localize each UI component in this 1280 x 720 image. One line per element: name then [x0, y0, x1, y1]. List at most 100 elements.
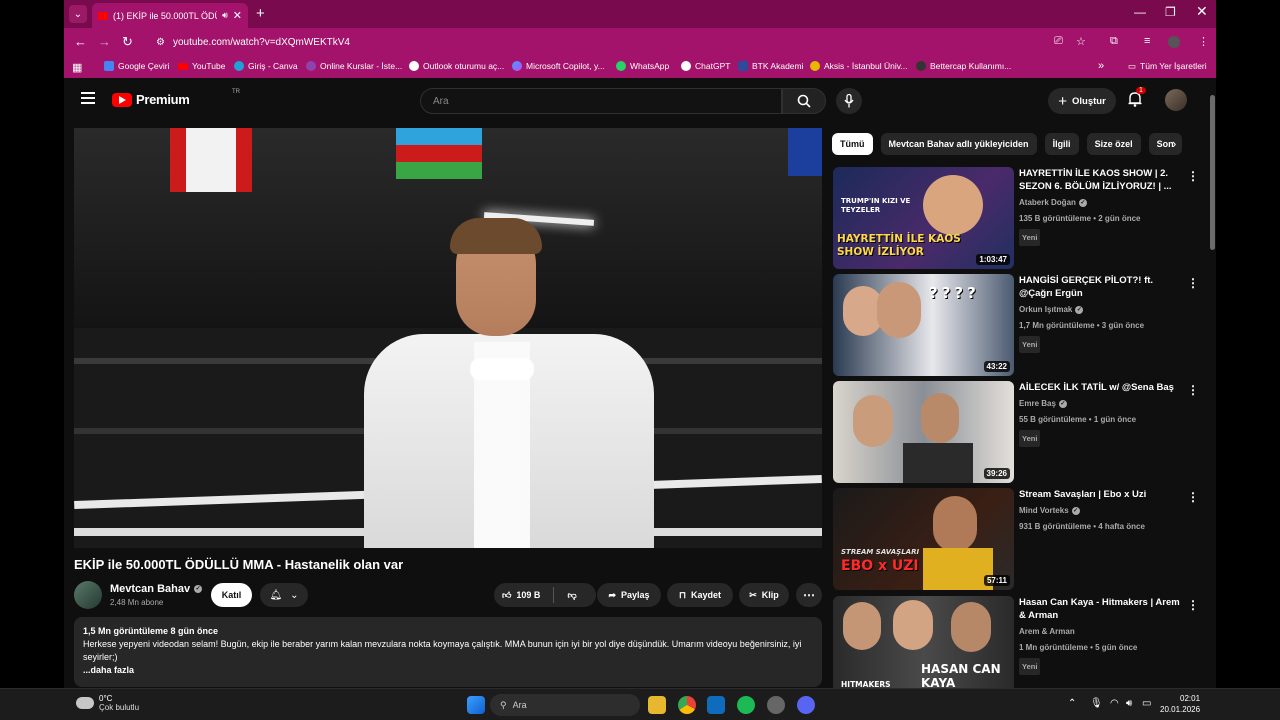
bookmark-whatsapp[interactable]: WhatsApp: [616, 61, 669, 71]
share-button[interactable]: ➦ Paylaş: [597, 583, 661, 607]
more-actions-button[interactable]: ⋯: [796, 583, 822, 607]
show-hidden-icons-icon[interactable]: ⌃: [1068, 698, 1076, 709]
apps-grid-icon[interactable]: ▦: [72, 61, 82, 74]
microphone-icon[interactable]: 🎙︎: [1090, 698, 1103, 709]
chip-all[interactable]: Tümü: [832, 133, 873, 155]
more-vert-icon[interactable]: ⋮: [1187, 276, 1199, 290]
outlook-icon[interactable]: [707, 696, 725, 714]
channel-avatar[interactable]: [74, 581, 102, 609]
description-box[interactable]: 1,5 Mn görüntüleme 8 gün önce Herkese ye…: [74, 617, 822, 687]
bookmark-star-icon[interactable]: ☆: [1076, 35, 1086, 48]
clip-button[interactable]: ✂ Klip: [739, 583, 789, 607]
bookmark-aksis[interactable]: Aksis - İstanbul Üniv...: [810, 61, 907, 71]
file-explorer-icon[interactable]: [648, 696, 666, 714]
bookmark-bettercap[interactable]: Bettercap Kullanımı...: [916, 61, 1011, 71]
show-more-link[interactable]: ...daha fazla: [83, 665, 813, 675]
new-tab-button[interactable]: +: [256, 5, 265, 22]
recommended-video[interactable]: 39:26 AİLECEK İLK TATİL w/ @Sena Baş Emr…: [833, 381, 1203, 483]
maximize-icon[interactable]: ❐: [1165, 5, 1176, 19]
weather-widget[interactable]: 0°C Çok bulutlu: [76, 694, 139, 712]
active-tab[interactable]: (1) EKİP ile 50.000TL ÖDÜLLÜ MMA - Hasta…: [92, 3, 248, 28]
battery-icon[interactable]: ▭: [1142, 698, 1151, 709]
more-vert-icon[interactable]: ⋮: [1187, 169, 1199, 183]
bettercap-icon: [916, 61, 926, 71]
volume-icon[interactable]: 🔊︎: [1126, 698, 1132, 709]
tab-search-icon[interactable]: ⌄: [69, 5, 87, 23]
forward-icon[interactable]: →: [98, 34, 111, 49]
youtube-premium-logo[interactable]: Premium TR: [112, 89, 240, 107]
discord-icon[interactable]: [797, 696, 815, 714]
bookmark-canva[interactable]: Giriş - Canva: [234, 61, 298, 71]
recommended-views: 1,7 Mn görüntüleme • 3 gün önce: [1019, 321, 1145, 330]
bookmark-btk[interactable]: BTK Akademi: [738, 61, 804, 71]
chevron-right-icon[interactable]: ›: [1172, 136, 1176, 151]
chip-related[interactable]: İlgili: [1044, 133, 1079, 155]
chrome-icon[interactable]: [678, 696, 696, 714]
bookmark-online-kurslar[interactable]: Online Kurslar - İste...: [306, 61, 402, 71]
hamburger-menu-icon[interactable]: [81, 92, 95, 104]
more-vert-icon[interactable]: ⋮: [1187, 598, 1199, 612]
video-thumbnail[interactable]: 39:26: [833, 381, 1014, 483]
extensions-icon[interactable]: ⧉: [1110, 35, 1118, 48]
windows-start-icon[interactable]: [467, 696, 485, 714]
video-thumbnail[interactable]: TRUMP'IN KIZI VE TEYZELER HAYRETTİN İLE …: [833, 167, 1014, 269]
close-window-icon[interactable]: ✕: [1196, 3, 1208, 20]
all-bookmarks-folder[interactable]: ▭ Tüm Yer İşaretleri: [1128, 61, 1207, 72]
chip-for-you[interactable]: Size özel: [1086, 133, 1141, 155]
spotify-icon[interactable]: [737, 696, 755, 714]
more-vert-icon[interactable]: ⋮: [1187, 490, 1199, 504]
bookmark-youtube[interactable]: YouTube: [178, 61, 225, 71]
scrollbar-thumb[interactable]: [1210, 95, 1215, 250]
recommended-video[interactable]: STREAM SAVAŞLARI EBO x UZI 57:11 Stream …: [833, 488, 1203, 590]
cast-icon[interactable]: ⎚: [1054, 35, 1063, 48]
subscription-bell-button[interactable]: 🔔︎ ⌄: [260, 583, 308, 607]
video-thumbnail[interactable]: ???? 43:22: [833, 274, 1014, 376]
bookmark-google-translate[interactable]: Google Çeviri: [104, 61, 170, 71]
profile-icon[interactable]: [1168, 36, 1180, 48]
account-avatar[interactable]: [1165, 89, 1187, 111]
site-info-icon[interactable]: ⚙: [156, 37, 165, 48]
youtube-favicon-icon: [98, 11, 108, 20]
search-button[interactable]: [782, 88, 826, 114]
chip-from-uploader[interactable]: Mevtcan Bahav adlı yükleyiciden: [880, 133, 1037, 155]
audio-playing-icon[interactable]: 🔊︎: [222, 10, 228, 21]
chrome-menu-icon[interactable]: ⋮: [1198, 35, 1209, 48]
channel-name[interactable]: Mevtcan Bahav ✓: [110, 583, 203, 595]
system-clock[interactable]: 02:01 20.01.2026: [1160, 693, 1200, 715]
close-tab-icon[interactable]: ✕: [233, 9, 242, 22]
browser-window: ⌄ (1) EKİP ile 50.000TL ÖDÜLLÜ MMA - Has…: [64, 0, 1216, 688]
dislike-button[interactable]: 👎︎: [567, 590, 576, 601]
like-button[interactable]: 👍︎ 109 B: [502, 590, 540, 601]
voice-search-button[interactable]: [836, 88, 862, 114]
bookmark-outlook[interactable]: Outlook oturumu aç...: [409, 61, 504, 71]
recommended-video[interactable]: TRUMP'IN KIZI VE TEYZELER HAYRETTİN İLE …: [833, 167, 1203, 269]
like-divider: [553, 587, 555, 603]
more-vert-icon[interactable]: ⋮: [1187, 383, 1199, 397]
media-controls-icon[interactable]: ≡: [1144, 35, 1150, 47]
steam-icon[interactable]: [767, 696, 785, 714]
back-icon[interactable]: ←: [74, 34, 87, 49]
save-button[interactable]: ⊓ Kaydet: [667, 583, 733, 607]
bookmark-chatgpt[interactable]: ChatGPT: [681, 61, 730, 71]
taskbar-search[interactable]: ⚲ Ara: [490, 694, 640, 716]
more-bookmarks-icon[interactable]: »: [1098, 60, 1104, 72]
chip-recent[interactable]: Son: [1148, 133, 1182, 155]
recommended-video[interactable]: ???? 43:22 HANGİSİ GERÇEK PİLOT?! ft. @Ç…: [833, 274, 1203, 376]
video-duration: 1:03:47: [976, 254, 1010, 265]
address-bar[interactable]: ⚙ youtube.com/watch?v=dXQmWEKTkV4: [148, 31, 1148, 53]
video-player[interactable]: [74, 128, 822, 548]
youtube-play-icon: [112, 92, 132, 107]
join-button[interactable]: Katıl: [211, 583, 252, 607]
wifi-icon[interactable]: ◠: [1110, 698, 1119, 709]
create-button[interactable]: + Oluştur: [1048, 88, 1116, 114]
notifications-button[interactable]: 1: [1128, 87, 1146, 112]
bookmark-label: WhatsApp: [630, 61, 670, 71]
recommended-video[interactable]: HITMAKERS HASAN CAN KAYA Hasan Can Kaya …: [833, 596, 1203, 688]
video-thumbnail[interactable]: HITMAKERS HASAN CAN KAYA: [833, 596, 1014, 688]
minimize-icon[interactable]: —: [1134, 5, 1146, 19]
taskbar-search-placeholder: Ara: [512, 700, 527, 710]
search-input[interactable]: Ara: [420, 88, 782, 114]
video-thumbnail[interactable]: STREAM SAVAŞLARI EBO x UZI 57:11: [833, 488, 1014, 590]
bookmark-copilot[interactable]: Microsoft Copilot, y...: [512, 61, 605, 71]
reload-icon[interactable]: ↻: [122, 34, 133, 50]
